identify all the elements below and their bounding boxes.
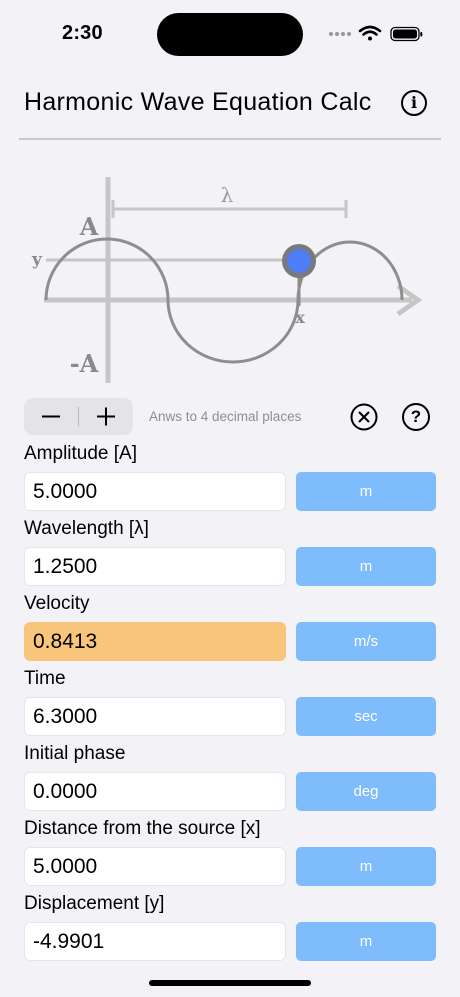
clear-circle-icon	[350, 403, 378, 431]
help-button[interactable]: ?	[402, 403, 430, 431]
label-amplitude: A	[79, 212, 99, 241]
velocity-label: Velocity	[24, 593, 90, 614]
info-button[interactable]: i	[401, 90, 427, 116]
label-y: y	[31, 250, 43, 270]
label-lambda: λ	[221, 183, 234, 207]
home-indicator[interactable]	[149, 980, 311, 986]
distance-label: Distance from the source [x]	[24, 818, 261, 839]
initial-phase-label: Initial phase	[24, 743, 126, 764]
decimal-hint: Anws to 4 decimal places	[149, 409, 302, 424]
dynamic-island	[157, 13, 303, 56]
amplitude-input[interactable]: 5.0000	[24, 472, 286, 511]
battery-icon	[390, 26, 423, 42]
amplitude-label: Amplitude [A]	[24, 443, 137, 464]
cellular-signal-icon	[328, 31, 352, 37]
clear-button[interactable]	[350, 403, 378, 431]
time-unit-button[interactable]: sec	[296, 697, 436, 736]
displacement-unit-button[interactable]: m	[296, 922, 436, 961]
decimal-stepper[interactable]	[24, 398, 133, 435]
wavelength-label: Wavelength [λ]	[24, 518, 149, 539]
velocity-input[interactable]: 0.8413	[24, 622, 286, 661]
plus-icon	[97, 407, 115, 426]
wave-diagram: λ A -A y x	[31, 177, 423, 383]
status-icons	[328, 25, 423, 42]
velocity-unit-button[interactable]: m/s	[296, 622, 436, 661]
amplitude-unit-button[interactable]: m	[296, 472, 436, 511]
info-circle-icon: i	[410, 93, 418, 112]
increment-button[interactable]	[79, 398, 133, 435]
page-title: Harmonic Wave Equation Calc	[24, 88, 372, 116]
label-x: x	[295, 308, 305, 327]
time-input[interactable]: 6.3000	[24, 697, 286, 736]
distance-input[interactable]: 5.0000	[24, 847, 286, 886]
label-negative-amplitude: -A	[70, 349, 99, 378]
initial-phase-input[interactable]: 0.0000	[24, 772, 286, 811]
displacement-label: Displacement [y]	[24, 893, 165, 914]
wavelength-input[interactable]: 1.2500	[24, 547, 286, 586]
initial-phase-unit-button[interactable]: deg	[296, 772, 436, 811]
wifi-icon	[358, 25, 382, 41]
distance-unit-button[interactable]: m	[296, 847, 436, 886]
header-divider	[19, 138, 441, 140]
displacement-input[interactable]: -4.9901	[24, 922, 286, 961]
help-icon: ?	[410, 407, 422, 426]
wavelength-unit-button[interactable]: m	[296, 547, 436, 586]
status-time: 2:30	[62, 22, 103, 44]
decrement-button[interactable]	[24, 398, 78, 435]
time-label: Time	[24, 668, 66, 689]
